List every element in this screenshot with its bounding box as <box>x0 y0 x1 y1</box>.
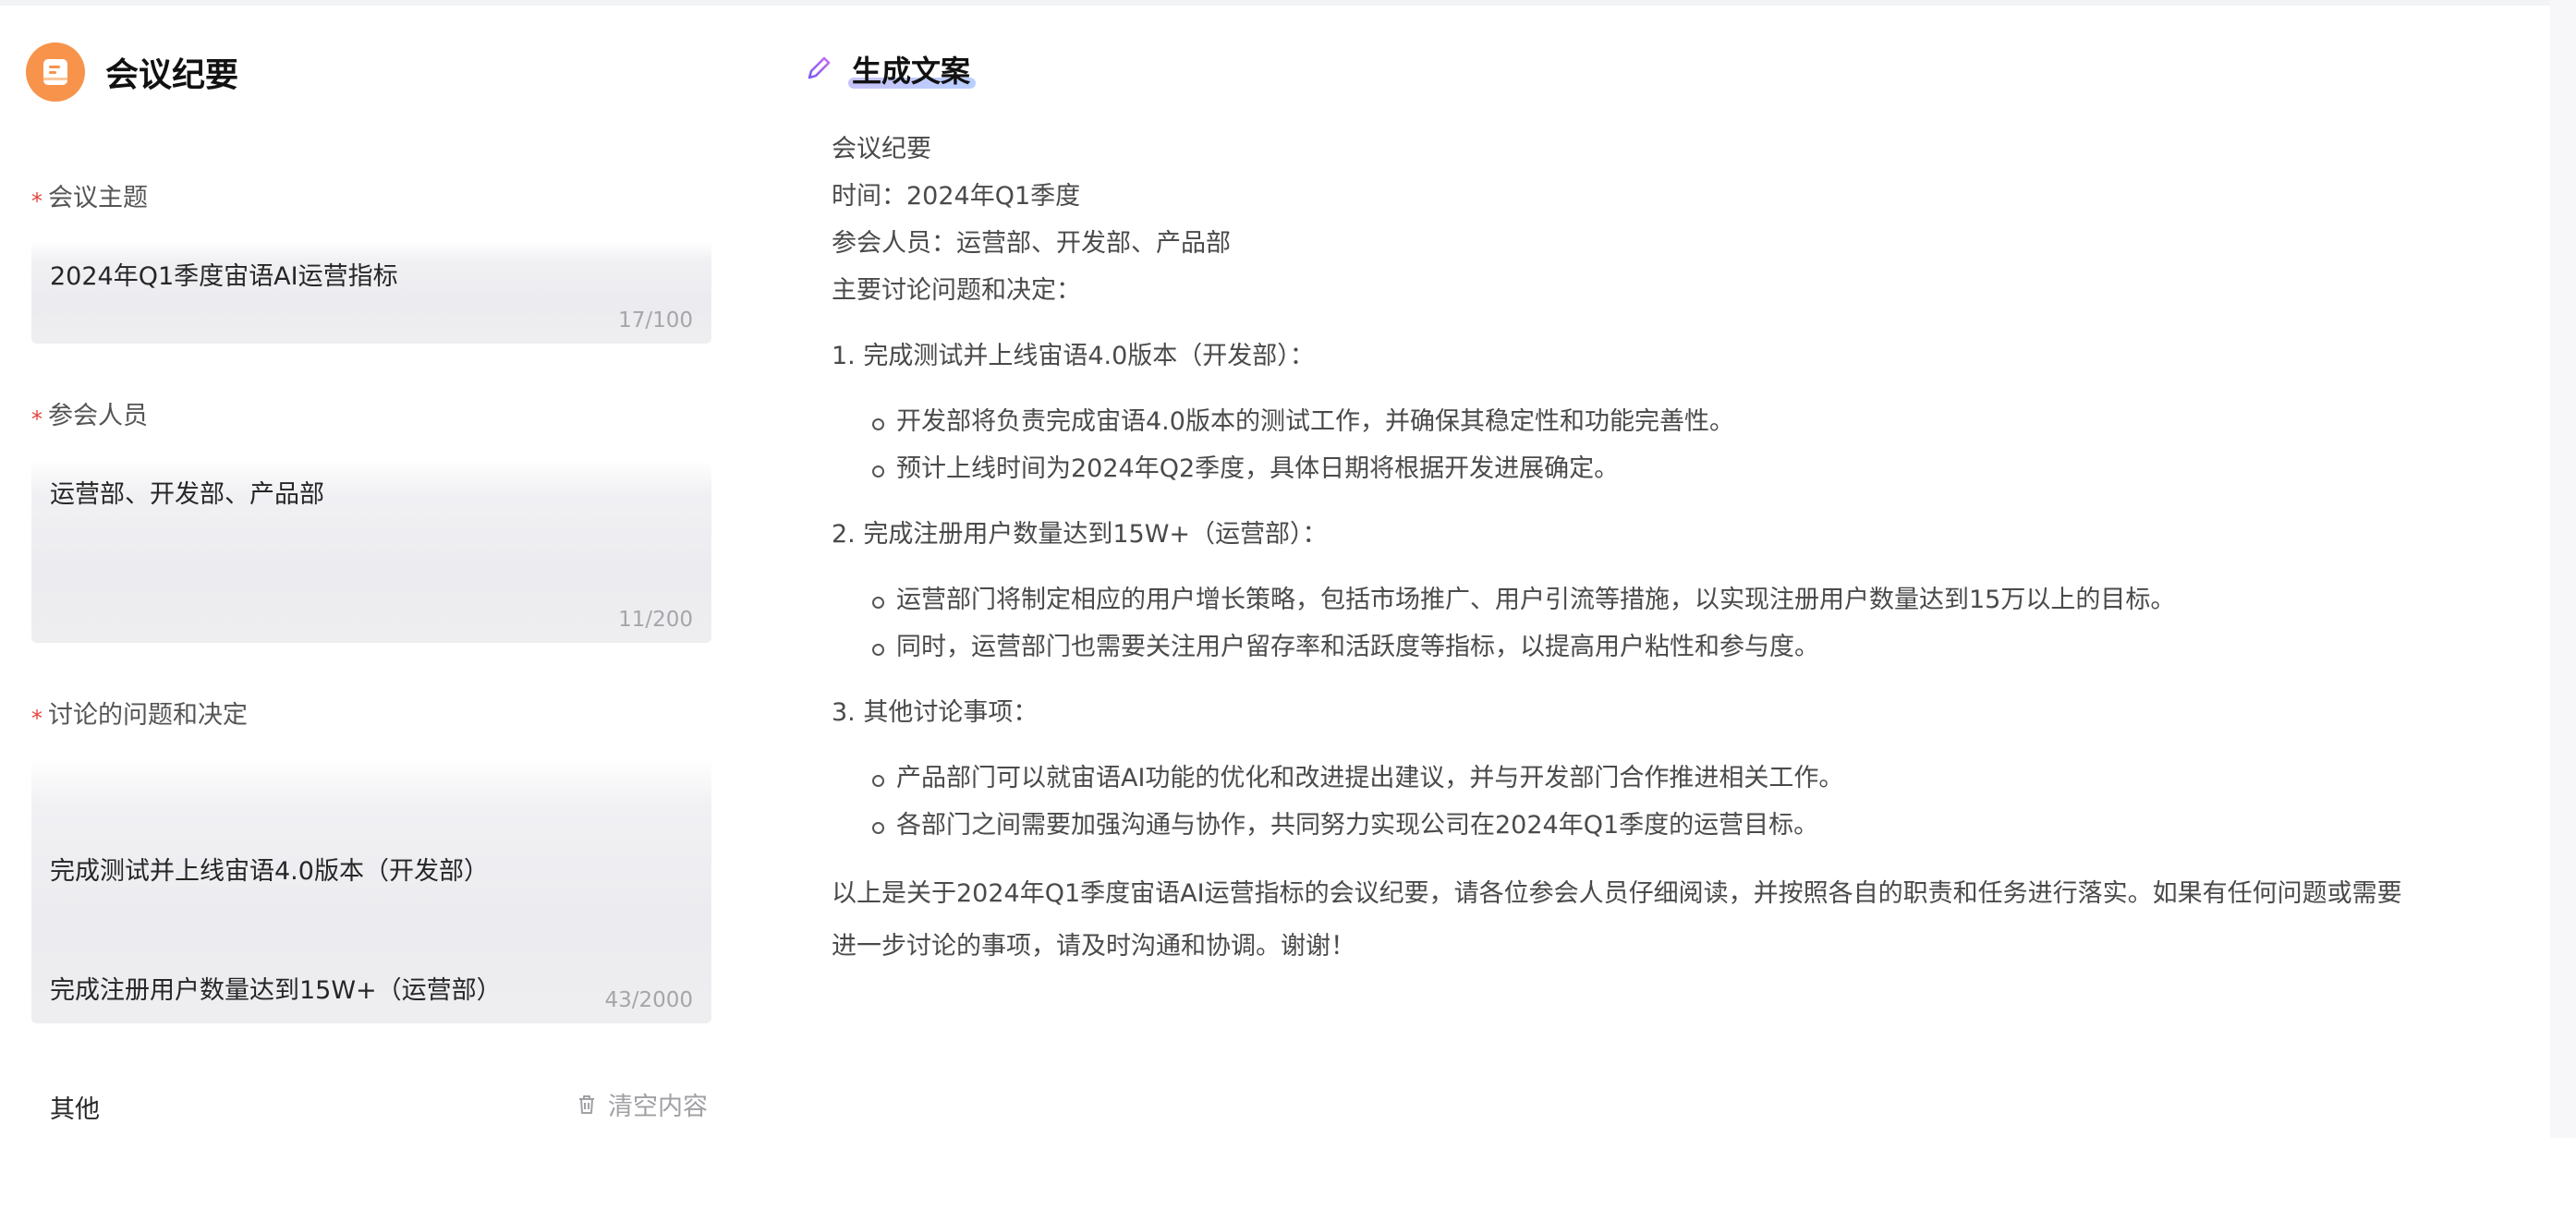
app-title: 会议纪要 <box>105 56 239 94</box>
participants-label-text: 参会人员 <box>48 402 148 430</box>
section-bullets: 开发部将负责完成宙语4.0版本的测试工作，并确保其稳定性和功能完善性。 预计上线… <box>832 398 2541 492</box>
section-heading: 3. 其他讨论事项： <box>832 698 1039 727</box>
topic-input[interactable]: 2024年Q1季度宙语AI运营指标 17/100 <box>31 242 711 344</box>
bullet-item: 开发部将负责完成宙语4.0版本的测试工作，并确保其稳定性和功能完善性。 <box>872 398 2541 445</box>
issues-label: * 讨论的问题和决定 <box>31 695 248 731</box>
issues-char-count: 43/2000 <box>604 988 693 1012</box>
required-mark: * <box>31 705 43 731</box>
output-title: 生成文案 <box>847 48 977 91</box>
section-heading: 1. 完成测试并上线宙语4.0版本（开发部）： <box>832 342 1315 370</box>
app-header: 会议纪要 <box>26 42 238 102</box>
scrollbar-track[interactable] <box>2550 0 2576 1138</box>
section-heading: 2. 完成注册用户数量达到15W+（运营部）： <box>832 520 1328 549</box>
required-mark: * <box>31 405 43 432</box>
bullet-item: 各部门之间需要加强沟通与协作，共同努力实现公司在2024年Q1季度的运营目标。 <box>872 802 2541 849</box>
participants-value: 运营部、开发部、产品部 <box>50 480 324 509</box>
bullet-item: 运营部门将制定相应的用户增长策略，包括市场推广、用户引流等措施，以实现注册用户数… <box>872 576 2541 623</box>
bullet-item: 产品部门可以就宙语AI功能的优化和改进提出建议，并与开发部门合作推进相关工作。 <box>872 755 2541 802</box>
doc-header-line: 主要讨论问题和决定： <box>832 276 1081 305</box>
issues-line: 其他 <box>50 1095 100 1124</box>
output-panel: 生成文案 会议纪要 时间：2024年Q1季度 参会人员：运营部、开发部、产品部 … <box>804 0 2541 1138</box>
doc-header-line: 时间：2024年Q1季度 <box>832 182 1081 211</box>
issues-line: 完成注册用户数量达到15W+（运营部） <box>50 976 502 1005</box>
trash-icon <box>579 1094 594 1114</box>
closing-line: 进一步讨论的事项，请及时沟通和协调。谢谢！ <box>832 932 1355 961</box>
clear-content-button[interactable]: 清空内容 <box>575 1086 708 1122</box>
issues-textarea[interactable]: 完成测试并上线宙语4.0版本（开发部） 完成注册用户数量达到15W+（运营部） … <box>31 757 711 1124</box>
notebook-icon <box>26 42 85 102</box>
topic-label: * 会议主题 <box>31 177 148 214</box>
participants-input[interactable]: 运营部、开发部、产品部 11/200 <box>31 460 711 643</box>
output-header: 生成文案 <box>804 48 977 91</box>
section-bullets: 运营部门将制定相应的用户增长策略，包括市场推广、用户引流等措施，以实现注册用户数… <box>832 576 2541 671</box>
bullet-item: 预计上线时间为2024年Q2季度，具体日期将根据开发进展确定。 <box>872 445 2541 492</box>
topic-char-count: 17/100 <box>618 308 693 332</box>
closing-line: 以上是关于2024年Q1季度宙语AI运营指标的会议纪要，请各位参会人员仔细阅读，… <box>832 879 2402 908</box>
bullet-item: 同时，运营部门也需要关注用户留存率和活跃度等指标，以提高用户粘性和参与度。 <box>872 623 2541 671</box>
issues-line: 完成测试并上线宙语4.0版本（开发部） <box>50 857 489 886</box>
doc-header-line: 会议纪要 <box>832 135 931 163</box>
pencil-icon <box>806 56 833 84</box>
participants-label: * 参会人员 <box>31 395 148 432</box>
topic-label-text: 会议主题 <box>48 184 148 212</box>
form-panel: 会议纪要 * 会议主题 2024年Q1季度宙语AI运营指标 17/100 * 参… <box>0 0 739 1138</box>
generated-document: 会议纪要 时间：2024年Q1季度 参会人员：运营部、开发部、产品部 主要讨论问… <box>832 126 2541 973</box>
section-bullets: 产品部门可以就宙语AI功能的优化和改进提出建议，并与开发部门合作推进相关工作。 … <box>832 755 2541 849</box>
doc-header-line: 参会人员：运营部、开发部、产品部 <box>832 229 1231 258</box>
required-mark: * <box>31 187 43 214</box>
participants-char-count: 11/200 <box>618 608 693 632</box>
clear-content-label: 清空内容 <box>608 1093 708 1121</box>
issues-value: 完成测试并上线宙语4.0版本（开发部） 完成注册用户数量达到15W+（运营部） … <box>50 772 502 1209</box>
doc-closing: 以上是关于2024年Q1季度宙语AI运营指标的会议纪要，请各位参会人员仔细阅读，… <box>832 867 2541 973</box>
topic-value: 2024年Q1季度宙语AI运营指标 <box>50 262 398 291</box>
issues-label-text: 讨论的问题和决定 <box>48 701 248 730</box>
